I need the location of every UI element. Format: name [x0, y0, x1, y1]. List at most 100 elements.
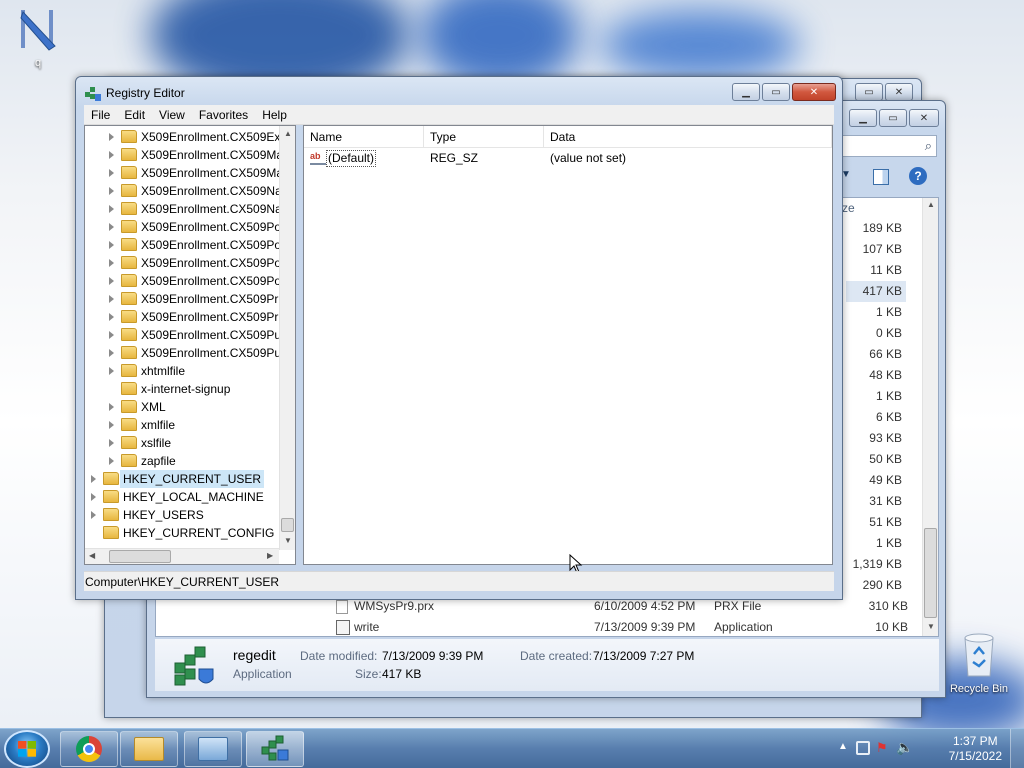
- expand-arrow-icon[interactable]: [109, 277, 114, 285]
- tree-node-label: X509Enrollment.CX509Pul: [141, 346, 284, 360]
- expand-arrow-icon[interactable]: [109, 439, 114, 447]
- search-input[interactable]: ⌕: [837, 135, 937, 157]
- folder-icon: [103, 526, 119, 539]
- recycle-bin[interactable]: Recycle Bin: [944, 630, 1014, 695]
- scroll-down-arrow[interactable]: ▼: [284, 536, 292, 545]
- expand-arrow-icon[interactable]: [109, 133, 114, 141]
- expand-arrow-icon[interactable]: [109, 313, 114, 321]
- maximize-button[interactable]: ▭: [762, 83, 790, 101]
- size-cell[interactable]: 1 KB: [846, 302, 906, 323]
- size-cell[interactable]: 50 KB: [846, 449, 906, 470]
- column-header-name[interactable]: Name: [304, 126, 424, 148]
- expand-arrow-icon[interactable]: [109, 367, 114, 375]
- values-list[interactable]: Name Type Data ab (Default) REG_SZ (valu…: [303, 125, 833, 574]
- tree-vertical-scrollbar[interactable]: ▲ ▼: [279, 126, 295, 550]
- file-icon: [336, 600, 348, 614]
- tree-node-label: X509Enrollment.CX509Pul: [141, 328, 284, 342]
- action-center-icon[interactable]: ⚑: [876, 740, 888, 756]
- expand-arrow-icon[interactable]: [109, 349, 114, 357]
- tree-horizontal-scrollbar[interactable]: ◀ ▶: [85, 548, 279, 564]
- taskbar-control-panel-button[interactable]: [184, 731, 242, 767]
- taskbar-chrome-button[interactable]: [60, 731, 118, 767]
- taskbar-explorer-button[interactable]: [120, 731, 178, 767]
- expand-arrow-icon[interactable]: [109, 421, 114, 429]
- maximize-button[interactable]: ▭: [879, 109, 907, 127]
- network-icon[interactable]: [856, 741, 870, 755]
- folder-icon: [121, 148, 137, 161]
- size-cell[interactable]: 290 KB: [846, 575, 906, 596]
- scroll-left-arrow[interactable]: ◀: [89, 551, 95, 560]
- scroll-thumb[interactable]: [924, 528, 937, 618]
- vertical-scrollbar[interactable]: ▲ ▼: [922, 198, 938, 636]
- size-cell[interactable]: 0 KB: [846, 323, 906, 344]
- menu-favorites[interactable]: Favorites: [192, 105, 255, 124]
- size-cell[interactable]: 1,319 KB: [846, 554, 906, 575]
- expand-arrow-icon[interactable]: [109, 241, 114, 249]
- tree-node-label: HKEY_LOCAL_MACHINE: [123, 490, 264, 504]
- expand-arrow-icon[interactable]: [109, 457, 114, 465]
- size-cell[interactable]: 107 KB: [846, 239, 906, 260]
- expand-arrow-icon[interactable]: [109, 259, 114, 267]
- registry-editor-window[interactable]: Registry Editor ▁ ▭ ✕ File Edit View Fav…: [75, 76, 843, 600]
- size-cell[interactable]: 48 KB: [846, 365, 906, 386]
- expand-arrow-icon[interactable]: [91, 511, 96, 519]
- tree-node-label: X509Enrollment.CX509Pol: [141, 220, 284, 234]
- value-data: (value not set): [550, 151, 627, 165]
- menu-view[interactable]: View: [152, 105, 192, 124]
- file-row[interactable]: write 7/13/2009 9:39 PM Application 10 K…: [336, 617, 916, 638]
- size-cell[interactable]: 31 KB: [846, 491, 906, 512]
- expand-arrow-icon[interactable]: [109, 169, 114, 177]
- folder-icon: [103, 472, 119, 485]
- expand-arrow-icon[interactable]: [109, 205, 114, 213]
- scroll-thumb[interactable]: [281, 518, 294, 532]
- expand-arrow-icon[interactable]: [109, 187, 114, 195]
- scroll-right-arrow[interactable]: ▶: [267, 551, 273, 560]
- close-button[interactable]: ✕: [885, 83, 913, 101]
- taskbar-regedit-button[interactable]: [246, 731, 304, 767]
- size-cell[interactable]: 417 KB: [846, 281, 906, 302]
- expand-arrow-icon[interactable]: [109, 223, 114, 231]
- details-size-label: Size:: [355, 667, 382, 681]
- menu-file[interactable]: File: [84, 105, 117, 124]
- size-cell[interactable]: 93 KB: [846, 428, 906, 449]
- help-icon[interactable]: ?: [909, 167, 927, 185]
- close-button[interactable]: ✕: [909, 109, 939, 127]
- maximize-button[interactable]: ▭: [855, 83, 883, 101]
- size-cell[interactable]: 1 KB: [846, 386, 906, 407]
- expand-arrow-icon[interactable]: [109, 403, 114, 411]
- expand-arrow-icon[interactable]: [91, 493, 96, 501]
- expand-arrow-icon[interactable]: [91, 475, 96, 483]
- tree-node-label: X509Enrollment.CX509Nar: [141, 184, 286, 198]
- key-tree[interactable]: X509Enrollment.CX509Exte X509Enrollment.C…: [84, 125, 296, 565]
- column-header-type[interactable]: Type: [424, 126, 544, 148]
- volume-icon[interactable]: 🔈: [896, 739, 913, 756]
- size-cell[interactable]: 189 KB: [846, 218, 906, 239]
- scroll-up-arrow[interactable]: ▲: [284, 129, 292, 138]
- show-desktop-button[interactable]: [1010, 729, 1024, 768]
- show-hidden-icons-icon[interactable]: ▲: [838, 741, 848, 752]
- column-header-data[interactable]: Data: [544, 126, 832, 148]
- size-column-header[interactable]: ze: [842, 198, 855, 218]
- expand-arrow-icon[interactable]: [109, 151, 114, 159]
- tree-node-label: X509Enrollment.CX509Pol: [141, 274, 284, 288]
- size-cell[interactable]: 11 KB: [846, 260, 906, 281]
- preview-pane-icon[interactable]: [873, 169, 889, 185]
- size-cell[interactable]: 66 KB: [846, 344, 906, 365]
- value-row[interactable]: ab (Default) REG_SZ (value not set): [308, 150, 828, 168]
- menu-edit[interactable]: Edit: [117, 105, 152, 124]
- size-cell[interactable]: 49 KB: [846, 470, 906, 491]
- close-button[interactable]: ✕: [792, 83, 836, 101]
- minimize-button[interactable]: ▁: [849, 109, 877, 127]
- expand-arrow-icon[interactable]: [109, 331, 114, 339]
- folder-icon: [103, 508, 119, 521]
- desktop-shortcut[interactable]: q: [10, 6, 66, 69]
- expand-arrow-icon[interactable]: [109, 295, 114, 303]
- start-button[interactable]: [4, 730, 50, 768]
- size-cell[interactable]: 51 KB: [846, 512, 906, 533]
- clock[interactable]: 1:37 PM 7/15/2022: [949, 734, 1002, 764]
- size-cell[interactable]: 1 KB: [846, 533, 906, 554]
- minimize-button[interactable]: ▁: [732, 83, 760, 101]
- size-cell[interactable]: 6 KB: [846, 407, 906, 428]
- menu-help[interactable]: Help: [255, 105, 294, 124]
- scroll-thumb[interactable]: [109, 550, 171, 563]
